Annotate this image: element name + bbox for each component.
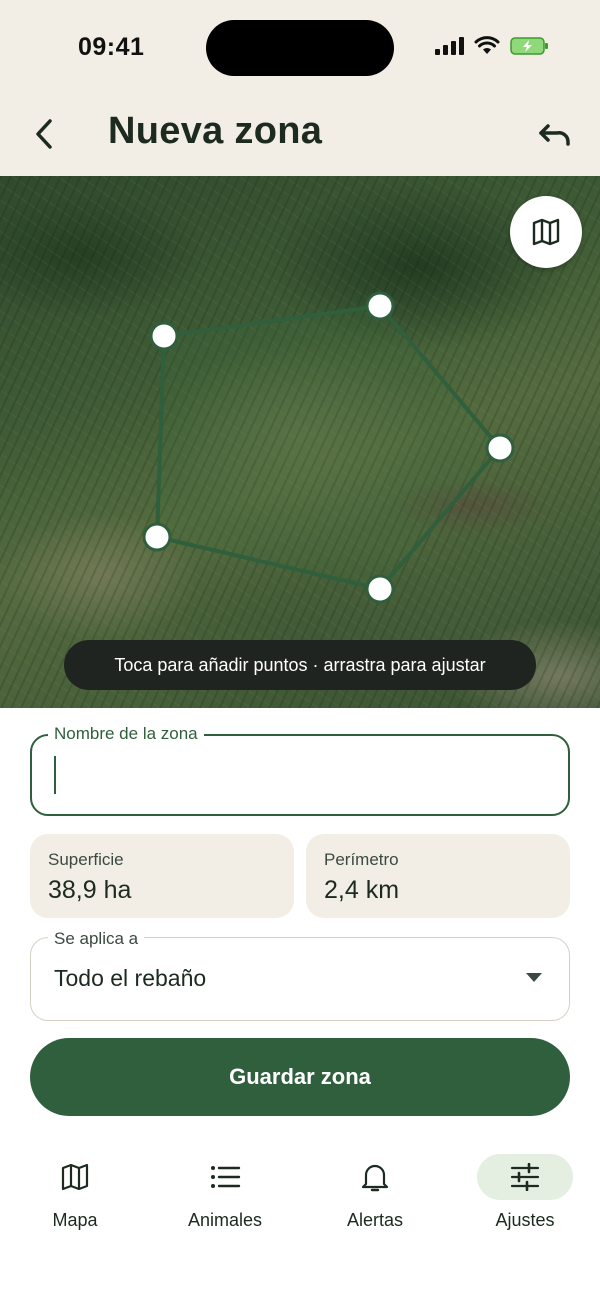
perimeter-card: Perímetro 2,4 km: [306, 834, 570, 918]
sliders-icon: [510, 1163, 540, 1191]
dropdown-arrow-icon: [526, 973, 542, 982]
status-icons: [434, 36, 550, 56]
surface-value: 38,9 ha: [48, 876, 132, 904]
map-icon: [532, 218, 560, 246]
nav-label-animales: Animales: [187, 1210, 263, 1230]
undo-button[interactable]: [526, 112, 582, 160]
nav-item-animales[interactable]: Animales: [160, 1154, 290, 1254]
nav-icon-container: [27, 1154, 123, 1200]
battery-charging-icon: [510, 37, 548, 55]
zone-name-label: Nombre de la zona: [48, 724, 204, 744]
undo-icon: [539, 124, 570, 146]
list-icon: [211, 1166, 241, 1188]
surface-label: Superficie: [48, 850, 124, 869]
satellite-map[interactable]: Toca para añadir puntos · arrastra para …: [0, 176, 600, 708]
map-icon: [61, 1163, 89, 1191]
nav-icon-container: [327, 1154, 423, 1200]
save-zone-button[interactable]: Guardar zona: [30, 1038, 570, 1116]
nav-label-alertas: Alertas: [346, 1210, 404, 1230]
bell-icon: [361, 1164, 389, 1192]
perimeter-label: Perímetro: [324, 850, 399, 869]
applies-to-value: Todo el rebaño: [54, 965, 207, 991]
vertex-handle[interactable]: [365, 574, 395, 604]
map-layers-button[interactable]: [510, 196, 582, 268]
nav-icon-container: [177, 1154, 273, 1200]
polygon-vertices: [142, 291, 515, 604]
map-hint-toast: Toca para añadir puntos · arrastra para …: [64, 640, 536, 690]
perimeter-value: 2,4 km: [324, 876, 400, 904]
dynamic-island: [206, 20, 394, 76]
vertex-handle[interactable]: [142, 522, 172, 552]
vertex-handle[interactable]: [365, 291, 395, 321]
bottom-navigation: Mapa Animales Alertas Ajustes: [0, 1140, 600, 1260]
header: 09:41 Nueva zona: [0, 0, 600, 176]
nav-item-mapa[interactable]: Mapa: [10, 1154, 140, 1254]
back-button[interactable]: [22, 110, 66, 158]
nav-item-alertas[interactable]: Alertas: [310, 1154, 440, 1254]
zone-name-input[interactable]: [54, 750, 554, 800]
vertex-handle[interactable]: [485, 433, 515, 463]
wifi-icon: [474, 36, 500, 54]
applies-to-label: Se aplica a: [48, 929, 145, 949]
nav-label-mapa: Mapa: [52, 1210, 98, 1230]
nav-label-ajustes: Ajustes: [495, 1210, 555, 1230]
nav-icon-container-active: [477, 1154, 573, 1200]
vertex-handle[interactable]: [149, 321, 179, 351]
nav-item-ajustes[interactable]: Ajustes: [460, 1154, 590, 1254]
surface-card: Superficie 38,9 ha: [30, 834, 294, 918]
text-caret: [54, 756, 56, 794]
page-title: Nueva zona: [108, 110, 323, 152]
status-time: 09:41: [78, 33, 145, 61]
chevron-left-icon: [36, 119, 52, 149]
signal-icon: [435, 37, 464, 55]
